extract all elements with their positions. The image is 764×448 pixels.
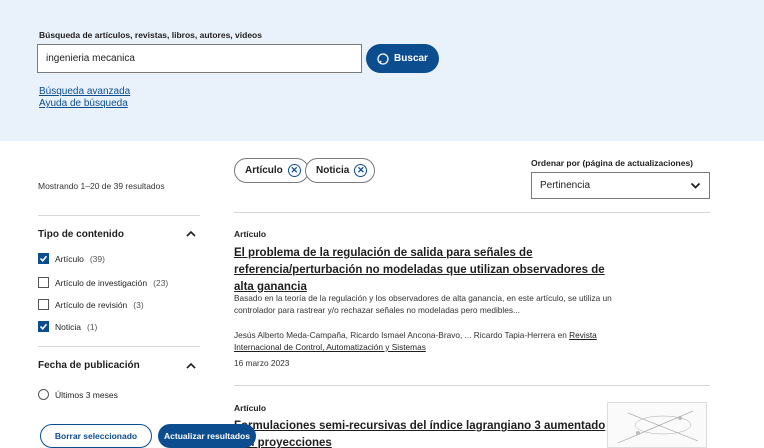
chevron-up-icon[interactable] [186,361,196,371]
facet-option-noticia[interactable]: Noticia (1) [38,321,97,332]
filter-chip-articulo[interactable]: Artículo ✕ [234,158,309,183]
article-authors: Jesús Alberto Meda-Campaña, Ricardo Isma… [234,329,614,353]
chip-label: Artículo [245,165,283,176]
sort-label: Ordenar por (página de actualizaciones) [531,158,694,168]
sidebar-divider [38,346,200,347]
results-divider [234,385,710,386]
article-thumbnail[interactable] [607,402,707,448]
article-abstract: Basado en la teoría de la regulación y l… [234,293,612,315]
facet-option-last-3-months[interactable]: Últimos 3 meses [38,389,118,400]
search-help-link[interactable]: Ayuda de búsqueda [39,98,128,109]
checkbox-checked[interactable] [38,253,49,264]
facet-option-revision[interactable]: Artículo de revisión (3) [38,299,144,310]
search-button-label: Buscar [394,53,428,64]
search-panel: Búsqueda de artículos, revistas, libros,… [0,0,764,141]
facet-option-count: (3) [133,299,144,310]
facet-option-count: (1) [86,321,98,332]
checkbox-checked[interactable] [38,321,49,332]
search-label: Búsqueda de artículos, revistas, libros,… [39,30,262,40]
results-count: Mostrando 1–20 de 39 resultados [38,181,165,191]
facet-option-count: (39) [89,253,105,264]
remove-filter-icon[interactable]: ✕ [354,164,368,177]
search-icon [377,52,389,65]
check-icon [39,323,48,331]
facet-title-pub-date[interactable]: Fecha de publicación [38,360,140,371]
facet-option-investigacion[interactable]: Artículo de investigación (23) [38,277,168,288]
facet-option-label: Noticia [55,321,81,332]
sort-select[interactable]: Pertinencia [531,172,710,199]
article-type: Artículo [234,403,267,413]
checkbox-unchecked[interactable] [38,277,49,288]
results-divider [234,212,710,213]
check-icon [39,255,48,263]
search-button[interactable]: Buscar [366,44,439,73]
chevron-down-icon [690,182,701,189]
facet-option-label: Últimos 3 meses [55,389,118,400]
article-author-names: Jesús Alberto Meda-Campaña, Ricardo Isma… [234,330,570,340]
advanced-search-link[interactable]: Búsqueda avanzada [39,86,130,97]
chevron-up-icon[interactable] [186,229,196,239]
update-results-button[interactable]: Actualizar resultados [158,424,256,448]
diagram-thumbnail-image [617,410,699,444]
facet-option-count: (23) [153,277,169,288]
sort-selected-value: Pertinencia [540,180,591,191]
clear-selection-button[interactable]: Borrar seleccionado [40,424,152,448]
sidebar-divider [38,215,200,216]
facet-option-articulo[interactable]: Artículo (39) [38,253,105,264]
filter-chip-noticia[interactable]: Noticia ✕ [305,158,376,183]
facet-option-label: Artículo [55,253,84,264]
checkbox-unchecked[interactable] [38,299,49,310]
facet-option-label: Artículo de investigación [55,277,148,288]
radio-unselected[interactable] [38,389,49,400]
article-date: 16 marzo 2023 [234,358,290,368]
chip-label: Noticia [316,165,350,176]
facet-title-content-type[interactable]: Tipo de contenido [38,229,124,240]
remove-filter-icon[interactable]: ✕ [287,164,301,177]
facet-option-label: Artículo de revisión [55,299,128,310]
article-title-link[interactable]: El problema de la regulación de salida p… [234,245,614,296]
article-type: Artículo [234,229,267,239]
article-title-link[interactable]: Formulaciones semi-recursivas del índice… [234,418,614,448]
search-input[interactable] [37,44,362,73]
